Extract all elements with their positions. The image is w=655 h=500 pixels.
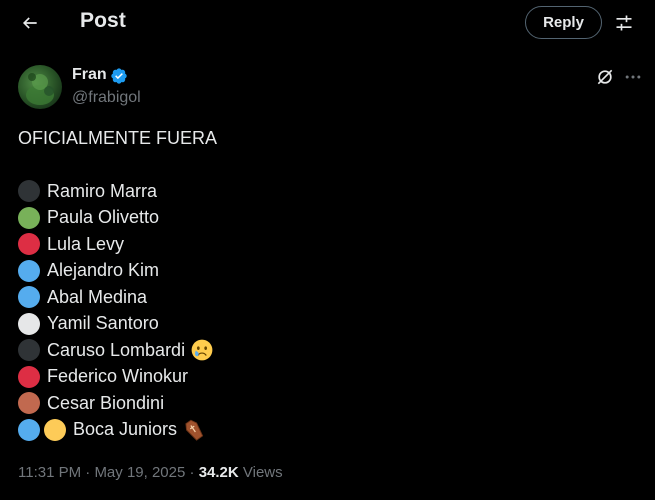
coffin-icon: [183, 419, 205, 441]
color-circle-icon: [18, 206, 40, 229]
header: Post Reply: [0, 0, 655, 46]
list-item-label: Abal Medina: [47, 286, 148, 307]
color-circle-icon: [18, 259, 40, 282]
verified-badge-icon: [111, 68, 127, 84]
list-item-label: Boca Juniors: [73, 419, 178, 440]
tweet-meta: 11:31 PM · May 19, 2025 · 34.2K Views: [18, 464, 283, 481]
more-options-button[interactable]: [622, 66, 644, 88]
avatar[interactable]: [18, 65, 62, 109]
list-item: Caruso Lombardi: [18, 337, 618, 364]
list-item-label: Lula Levy: [47, 233, 125, 254]
reply-button[interactable]: Reply: [525, 6, 602, 39]
color-circle-icon: [18, 233, 40, 256]
views-count: 34.2K: [198, 464, 239, 481]
list-item: Abal Medina: [18, 284, 618, 311]
color-circle-icon: [18, 180, 40, 203]
color-circle-icon: [44, 418, 66, 441]
list-item: Ramiro Marra: [18, 178, 618, 205]
list-item-label: Ramiro Marra: [47, 180, 158, 201]
list-item: Alejandro Kim: [18, 258, 618, 285]
list-item-label: Paula Olivetto: [47, 207, 160, 228]
back-button[interactable]: [14, 8, 46, 38]
list-item-label: Yamil Santoro: [47, 313, 159, 334]
page-title: Post: [80, 9, 126, 32]
grok-icon: [597, 69, 613, 85]
list-item: Yamil Santoro: [18, 311, 618, 338]
tweet-date[interactable]: May 19, 2025: [94, 464, 185, 481]
color-circle-icon: [18, 286, 40, 309]
tweet-time[interactable]: 11:31 PM: [18, 464, 81, 481]
list-item-label: Caruso Lombardi: [47, 339, 186, 360]
list-item: Lula Levy: [18, 231, 618, 258]
color-circle-icon: [18, 392, 40, 415]
color-circle-icon: [18, 365, 40, 388]
more-horizontal-icon: [625, 75, 641, 79]
list-item: Cesar Biondini: [18, 390, 618, 417]
meta-separator: ·: [189, 464, 199, 481]
crying-face-icon: [191, 339, 213, 361]
tweet-list: Ramiro Marra Paula Olivetto Lula Levy Aleja…: [18, 178, 618, 443]
list-item: Boca Juniors: [18, 417, 618, 444]
color-circle-icon: [18, 339, 40, 362]
list-item: Paula Olivetto: [18, 205, 618, 232]
author-handle[interactable]: @frabigol: [72, 89, 141, 107]
color-circle-icon: [18, 312, 40, 335]
filter-button[interactable]: [611, 10, 637, 36]
list-item-label: Alejandro Kim: [47, 260, 160, 281]
list-item-label: Federico Winokur: [47, 366, 189, 387]
arrow-left-icon: [22, 17, 37, 29]
tweet-text: OFICIALMENTE FUERA: [18, 128, 218, 148]
list-item: Federico Winokur: [18, 364, 618, 391]
grok-button[interactable]: [594, 66, 616, 88]
color-circle-icon: [18, 418, 40, 441]
post-page: Post Reply Fran @frabigol OFICIALMENTE F…: [0, 0, 655, 500]
sliders-icon: [616, 15, 632, 31]
views-label: Views: [242, 464, 283, 481]
list-item-label: Cesar Biondini: [47, 392, 165, 413]
author-name[interactable]: Fran: [72, 66, 107, 84]
